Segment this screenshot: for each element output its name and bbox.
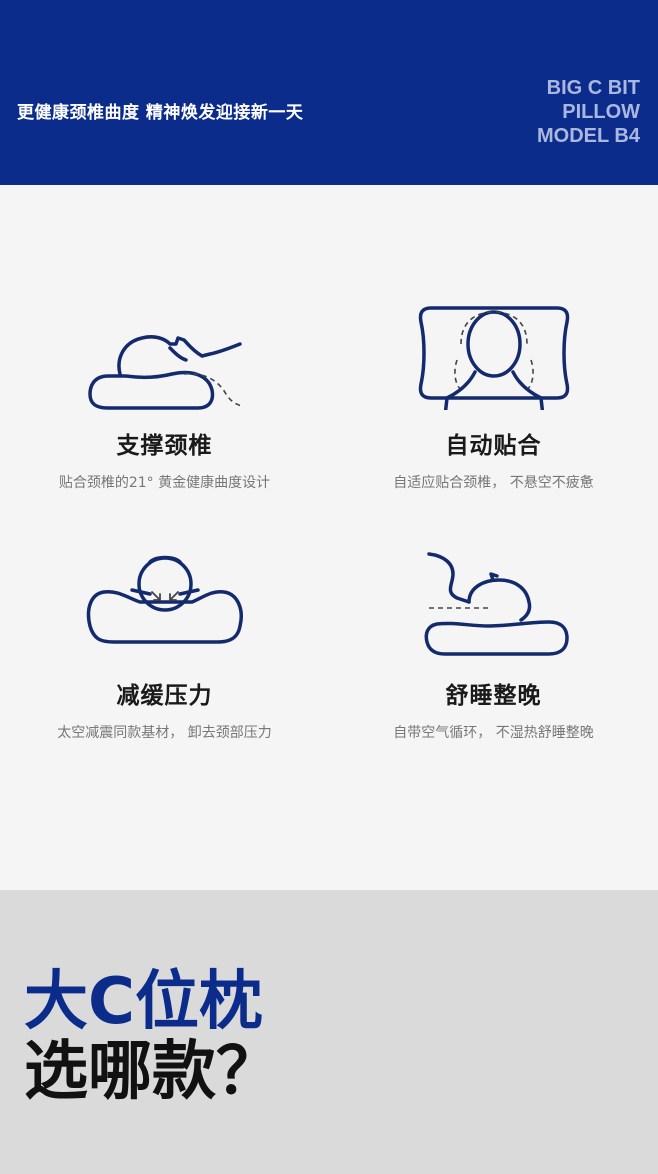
features-section: 支撑颈椎 贴合颈椎的21° 黄金健康曲度设计 自动贴合 自适应贴合颈椎， 不悬空… [0,185,658,890]
brand-line-1: BIG C BIT [546,77,640,99]
neck-support-icon [87,335,242,410]
feature-desc: 自带空气循环， 不湿热舒睡整晚 [393,725,594,741]
headline-line-2: 选哪款？ [24,1035,280,1109]
header-banner: 更健康颈椎曲度 精神焕发迎接新一天 BIG C BIT PILLOW MODEL… [0,0,658,185]
brand-line-2: PILLOW [562,101,640,123]
feature-neck-support: 支撑颈椎 贴合颈椎的21° 黄金健康曲度设计 [0,300,329,492]
feature-title: 舒睡整晚 [445,683,542,709]
pressure-relief-icon [86,555,243,644]
feature-title: 减缓压力 [116,683,213,709]
feature-title: 支撑颈椎 [116,433,213,459]
feature-auto-fit: 自动贴合 自适应贴合颈椎， 不悬空不疲惫 [329,300,658,492]
comfort-sleep-icon [424,552,569,656]
feature-desc: 太空减震同款基材， 卸去颈部压力 [57,725,272,741]
auto-fit-head-icon [418,306,569,410]
header-slogan: 更健康颈椎曲度 精神焕发迎接新一天 [17,103,304,123]
brand-label: BIG C BIT PILLOW MODEL B4 [537,76,640,148]
bottom-banner: 大C位枕 选哪款？ [0,890,658,1174]
headline-line-1: 大C位枕 [24,965,263,1039]
feature-pressure-relief: 减缓压力 太空减震同款基材， 卸去颈部压力 [0,550,329,742]
feature-title: 自动贴合 [445,433,542,459]
feature-comfort-sleep: 舒睡整晚 自带空气循环， 不湿热舒睡整晚 [329,550,658,742]
feature-desc: 自适应贴合颈椎， 不悬空不疲惫 [393,475,594,491]
brand-line-3: MODEL B4 [537,125,640,147]
feature-desc: 贴合颈椎的21° 黄金健康曲度设计 [58,475,271,491]
